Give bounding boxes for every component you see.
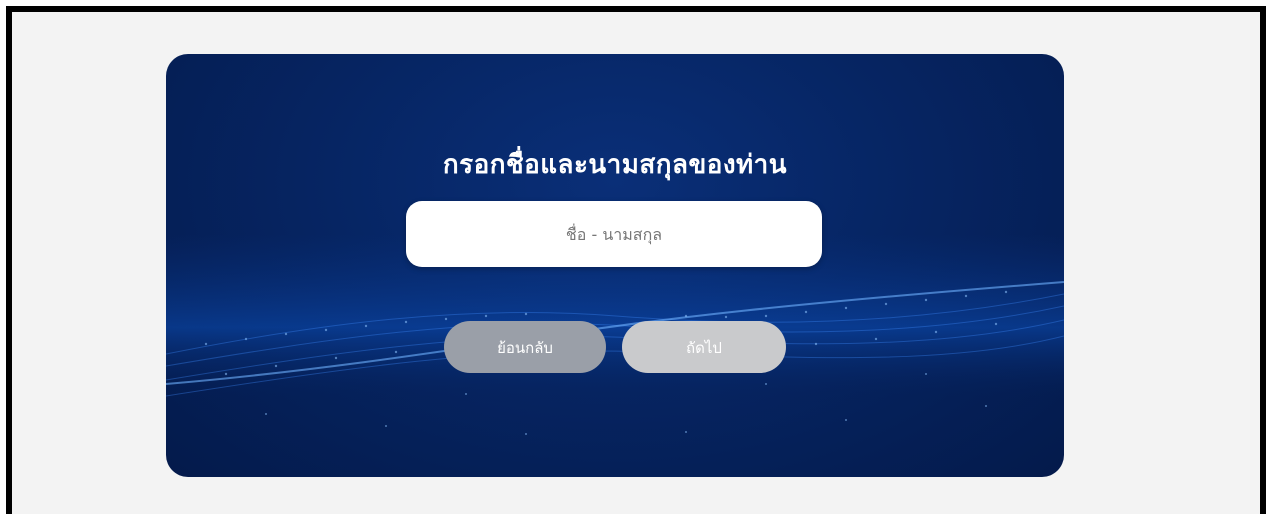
back-button[interactable]: ย้อนกลับ xyxy=(444,321,606,373)
page-frame: กรอกชื่อและนามสกุลของท่าน ย้อนกลับ ถัดไป xyxy=(6,6,1266,514)
form-card: กรอกชื่อและนามสกุลของท่าน ย้อนกลับ ถัดไป xyxy=(166,54,1064,477)
full-name-input[interactable] xyxy=(406,201,822,267)
form-title: กรอกชื่อและนามสกุลของท่าน xyxy=(442,150,788,180)
next-button[interactable]: ถัดไป xyxy=(622,321,786,373)
